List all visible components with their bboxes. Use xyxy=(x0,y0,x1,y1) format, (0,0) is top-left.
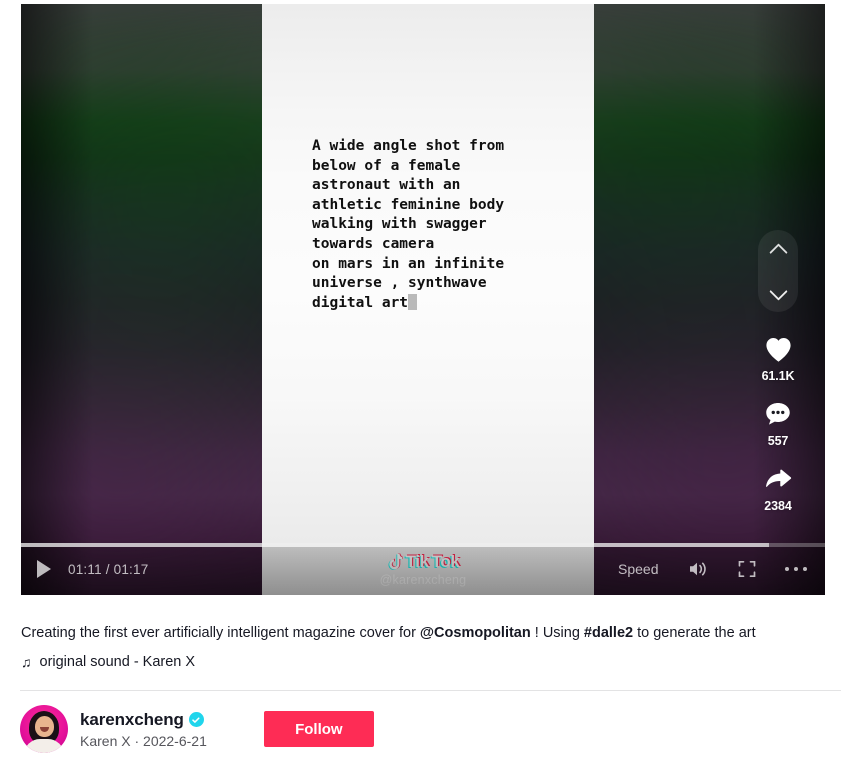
music-row[interactable]: ♫ original sound - Karen X xyxy=(21,654,195,670)
share-button[interactable]: 2384 xyxy=(761,462,795,513)
caption-mention-link[interactable]: @Cosmopolitan xyxy=(420,625,531,641)
caption-part1: Creating the first ever artificially int… xyxy=(21,625,420,641)
avatar[interactable] xyxy=(20,705,68,753)
like-count: 61.1K xyxy=(761,369,795,383)
progress-bar-fill xyxy=(21,543,769,547)
follow-button[interactable]: Follow xyxy=(263,711,374,747)
comment-icon[interactable] xyxy=(761,397,795,431)
share-arrow-icon[interactable] xyxy=(761,462,795,496)
play-pause-button[interactable] xyxy=(35,560,51,578)
progress-bar[interactable] xyxy=(21,543,825,547)
video-frame[interactable]: A wide angle shot from below of a female… xyxy=(262,4,594,595)
chevron-down-icon[interactable] xyxy=(770,286,787,297)
caption-hashtag-link[interactable]: #dalle2 xyxy=(584,625,633,641)
author-row: karenxcheng Karen X · 2022-6-21 Follow xyxy=(20,705,374,753)
more-options-button[interactable] xyxy=(784,566,807,572)
chevron-up-icon[interactable] xyxy=(770,245,787,256)
prompt-body: A wide angle shot from below of a female… xyxy=(312,138,505,311)
comment-count: 557 xyxy=(767,434,789,448)
more-options-icon xyxy=(784,566,807,572)
fullscreen-icon xyxy=(738,560,755,578)
heart-icon[interactable] xyxy=(761,332,795,366)
author-username[interactable]: karenxcheng xyxy=(80,710,184,730)
music-note-icon: ♫ xyxy=(21,654,32,670)
play-icon xyxy=(37,560,51,578)
section-divider xyxy=(20,690,841,691)
video-prompt-text: A wide angle shot from below of a female… xyxy=(312,137,562,313)
volume-icon xyxy=(689,562,706,576)
caption-part2: ! Using xyxy=(530,625,584,641)
caption-part3: to generate the art xyxy=(633,625,756,641)
video-caption: Creating the first ever artificially int… xyxy=(21,622,821,644)
like-button[interactable]: 61.1K xyxy=(761,332,795,383)
author-meta: karenxcheng Karen X · 2022-6-21 xyxy=(80,710,207,749)
prompt-caret xyxy=(408,293,418,310)
volume-button[interactable] xyxy=(687,559,709,579)
video-player[interactable]: A wide angle shot from below of a female… xyxy=(21,4,825,595)
verified-badge-icon xyxy=(188,712,204,727)
speed-button[interactable]: Speed xyxy=(618,561,658,577)
action-rail[interactable]: 61.1K 557 2384 xyxy=(750,230,806,527)
comment-button[interactable]: 557 xyxy=(761,397,795,448)
fullscreen-button[interactable] xyxy=(737,559,757,579)
video-control-bar[interactable]: 01:11 / 01:17 Speed xyxy=(21,543,825,595)
avatar-shoulders xyxy=(24,739,64,753)
share-count: 2384 xyxy=(764,499,792,513)
time-display: 01:11 / 01:17 xyxy=(68,561,149,577)
video-nav-pill[interactable] xyxy=(758,230,798,312)
music-title[interactable]: original sound - Karen X xyxy=(40,654,196,670)
author-name-row: karenxcheng xyxy=(80,710,207,730)
author-subline: Karen X · 2022-6-21 xyxy=(80,732,207,749)
